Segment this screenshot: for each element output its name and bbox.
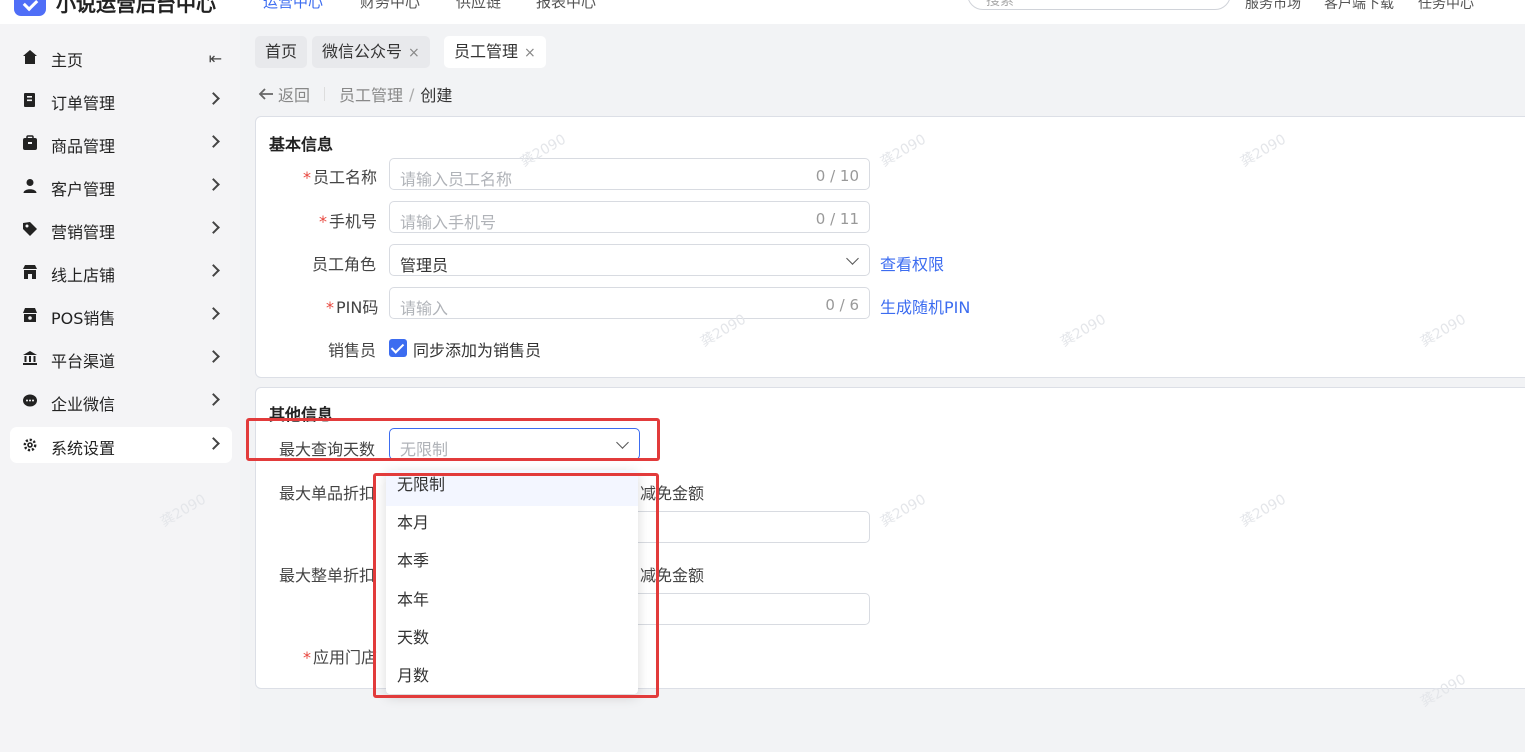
- arrow-left-icon: [258, 88, 273, 100]
- tab-label: 员工管理: [454, 42, 519, 61]
- sidebar-item-label: 企业微信: [51, 395, 116, 414]
- sidebar-item-label: 系统设置: [51, 439, 116, 458]
- name-char-count: 0 / 10: [815, 167, 859, 185]
- pin-label: * PIN码: [326, 298, 379, 317]
- sidebar-item-customers[interactable]: 客户管理: [10, 168, 232, 204]
- chevron-right-icon: [207, 135, 220, 148]
- order-icon: [22, 92, 38, 108]
- pin-placeholder: 请输入: [400, 299, 449, 318]
- back-button[interactable]: 返回: [258, 82, 310, 106]
- close-icon[interactable]: ×: [524, 45, 536, 61]
- generate-pin-link[interactable]: 生成随机PIN: [880, 294, 970, 318]
- top-nav-supply[interactable]: 供应链: [456, 0, 501, 12]
- service-market-link[interactable]: 服务市场: [1245, 0, 1301, 13]
- phone-input[interactable]: 请输入手机号 0 / 11: [389, 201, 870, 233]
- salesperson-checkbox-label[interactable]: 同步添加为销售员: [413, 337, 541, 361]
- chevron-right-icon: [207, 92, 220, 105]
- bank-icon: [22, 350, 38, 366]
- sidebar-item-label: POS销售: [51, 309, 116, 328]
- highlight-box-field: [246, 418, 660, 461]
- highlight-box-dropdown: [373, 473, 659, 698]
- chevron-right-icon: [207, 393, 220, 406]
- sidebar-item-marketing[interactable]: 营销管理: [10, 211, 232, 247]
- salesperson-checkbox[interactable]: [389, 339, 407, 357]
- home-icon: [22, 49, 38, 65]
- sidebar-item-goods[interactable]: 商品管理: [10, 125, 232, 161]
- role-select[interactable]: 管理员: [389, 244, 870, 276]
- phone-placeholder: 请输入手机号: [400, 213, 497, 232]
- sidebar-item-label: 营销管理: [51, 223, 116, 242]
- chevron-right-icon: [207, 437, 220, 450]
- app-title: 小说运营后台中心: [56, 0, 216, 16]
- sidebar-item-online-store[interactable]: 线上店铺: [10, 254, 232, 290]
- sidebar-item-orders[interactable]: 订单管理: [10, 82, 232, 118]
- breadcrumb-slash: /: [409, 84, 415, 104]
- sidebar-item-settings[interactable]: 系统设置: [10, 427, 232, 463]
- goods-icon: [22, 135, 38, 151]
- chevron-right-icon: [207, 178, 220, 191]
- store-label: * 应用门店: [303, 648, 378, 667]
- top-bar: 小说运营后台中心 运营中心 财务中心 供应链 报表中心 搜索 服务市场 客户端下…: [0, 0, 1525, 24]
- chevron-right-icon: [207, 307, 220, 320]
- sidebar-item-label: 平台渠道: [51, 352, 116, 371]
- tab-staff-management[interactable]: 员工管理 ×: [444, 36, 546, 68]
- sidebar-item-label: 订单管理: [51, 94, 116, 113]
- breadcrumb: 返回 员工管理 / 创建: [258, 82, 452, 106]
- staff-name-input[interactable]: 请输入员工名称 0 / 10: [389, 158, 870, 190]
- tag-icon: [22, 221, 38, 237]
- top-nav-finance[interactable]: 财务中心: [360, 0, 420, 12]
- sidebar-item-label: 线上店铺: [51, 266, 116, 285]
- chevron-right-icon: [207, 264, 220, 277]
- sidebar-item-label: 主页: [51, 51, 84, 70]
- collapse-sidebar-icon[interactable]: ⇤: [209, 49, 222, 68]
- pos-icon: [22, 307, 38, 323]
- pin-input[interactable]: 请输入 0 / 6: [389, 287, 870, 319]
- max-item-discount-label: 最大单品折扣: [279, 484, 376, 503]
- pin-char-count: 0 / 6: [825, 296, 859, 314]
- chevron-down-icon: [846, 252, 859, 265]
- divider: [324, 87, 326, 101]
- search-placeholder: 搜索: [986, 0, 1014, 9]
- sidebar-item-label: 商品管理: [51, 137, 116, 156]
- tab-label: 微信公众号: [322, 42, 403, 61]
- tab-label: 首页: [265, 42, 298, 61]
- top-search-input[interactable]: 搜索: [967, 0, 1231, 10]
- top-nav-ops[interactable]: 运营中心: [263, 0, 323, 12]
- tab-wechat-official[interactable]: 微信公众号 ×: [312, 36, 430, 68]
- sidebar-item-wecom[interactable]: 企业微信: [10, 383, 232, 419]
- view-permission-link[interactable]: 查看权限: [880, 251, 944, 275]
- back-label: 返回: [278, 86, 311, 105]
- max-order-discount-label: 最大整单折扣: [279, 566, 376, 585]
- phone-label: * 手机号: [319, 212, 378, 231]
- task-center-link[interactable]: 任务中心: [1418, 0, 1474, 13]
- tab-home[interactable]: 首页: [255, 36, 308, 68]
- name-placeholder: 请输入员工名称: [400, 170, 513, 189]
- salesperson-label: 销售员: [328, 341, 377, 360]
- chevron-right-icon: [207, 221, 220, 234]
- breadcrumb-current: 创建: [420, 86, 453, 105]
- chevron-right-icon: [207, 350, 220, 363]
- sidebar-item-label: 客户管理: [51, 180, 116, 199]
- top-nav-report[interactable]: 报表中心: [536, 0, 596, 12]
- chat-icon: [22, 393, 38, 409]
- app-logo: [14, 0, 46, 16]
- sidebar-item-pos[interactable]: POS销售: [10, 297, 232, 333]
- phone-char-count: 0 / 11: [815, 210, 859, 228]
- store-icon: [22, 264, 38, 280]
- user-icon: [22, 178, 38, 194]
- breadcrumb-parent[interactable]: 员工管理: [339, 82, 403, 106]
- role-label: 员工角色: [312, 255, 377, 274]
- role-value: 管理员: [400, 256, 449, 275]
- gear-icon: [22, 437, 38, 453]
- sidebar-item-channels[interactable]: 平台渠道: [10, 340, 232, 376]
- basic-info-card: 基本信息 * 员工名称 请输入员工名称 0 / 10 * 手机号 请输入手机号 0 …: [255, 116, 1525, 378]
- sidebar-item-home[interactable]: 主页 ⇤: [10, 39, 232, 75]
- close-icon[interactable]: ×: [408, 45, 420, 61]
- section-title: 基本信息: [269, 135, 334, 154]
- sidebar: 主页 ⇤ 订单管理 商品管理 客户管理 营销管理 线上店铺 POS销售 平台渠道…: [0, 24, 240, 752]
- client-download-link[interactable]: 客户端下载: [1324, 0, 1394, 13]
- name-label: * 员工名称: [303, 168, 378, 187]
